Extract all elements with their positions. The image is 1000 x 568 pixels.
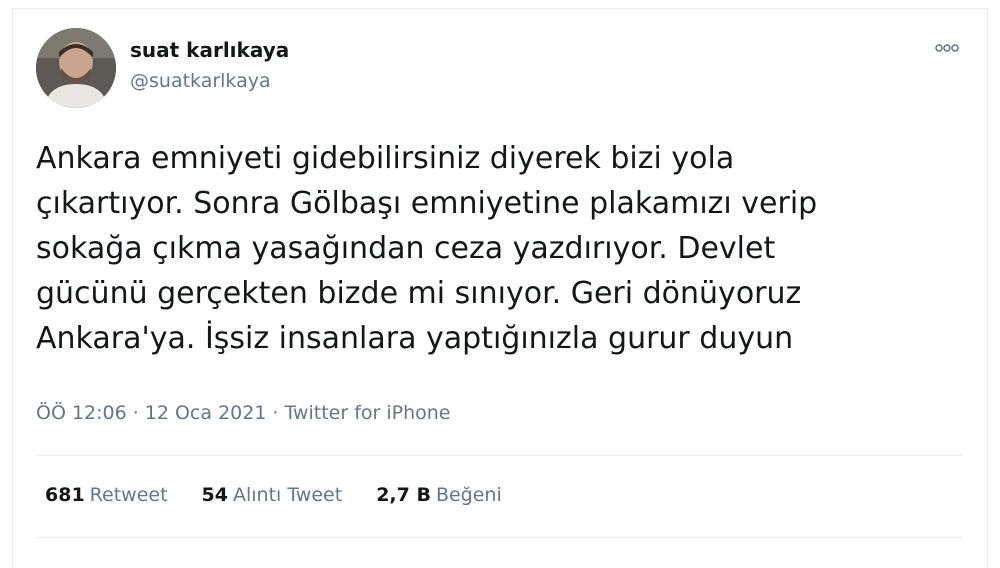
tweet-date[interactable]: 12 Oca 2021 — [145, 402, 267, 424]
tweet-stats: 681 Retweet 54 Alıntı Tweet 2,7 B Beğeni — [45, 484, 536, 506]
like-label: Beğeni — [435, 484, 502, 506]
quote-tweet-stat[interactable]: 54 Alıntı Tweet — [202, 484, 343, 506]
avatar[interactable] — [36, 28, 116, 108]
meta-separator: · — [132, 402, 139, 424]
more-options-icon[interactable] — [932, 38, 962, 58]
divider — [36, 537, 962, 538]
divider — [36, 455, 962, 456]
retweet-label: Retweet — [89, 484, 168, 506]
like-stat[interactable]: 2,7 B Beğeni — [376, 484, 502, 506]
display-name[interactable]: suat karlıkaya — [130, 38, 289, 62]
meta-separator: · — [272, 402, 279, 424]
retweet-count: 681 — [45, 484, 85, 506]
quote-label: Alıntı Tweet — [232, 484, 343, 506]
tweet-time[interactable]: ÖÖ 12:06 — [36, 402, 127, 424]
user-handle[interactable]: @suatkarlkaya — [130, 70, 271, 92]
tweet-text: Ankara emniyeti gidebilirsiniz diyerek b… — [36, 141, 818, 356]
retweet-stat[interactable]: 681 Retweet — [45, 484, 168, 506]
tweet-meta: ÖÖ 12:06 · 12 Oca 2021 · Twitter for iPhone — [36, 402, 451, 424]
tweet-source[interactable]: Twitter for iPhone — [284, 402, 450, 424]
like-count: 2,7 B — [376, 484, 431, 506]
quote-count: 54 — [201, 484, 228, 506]
